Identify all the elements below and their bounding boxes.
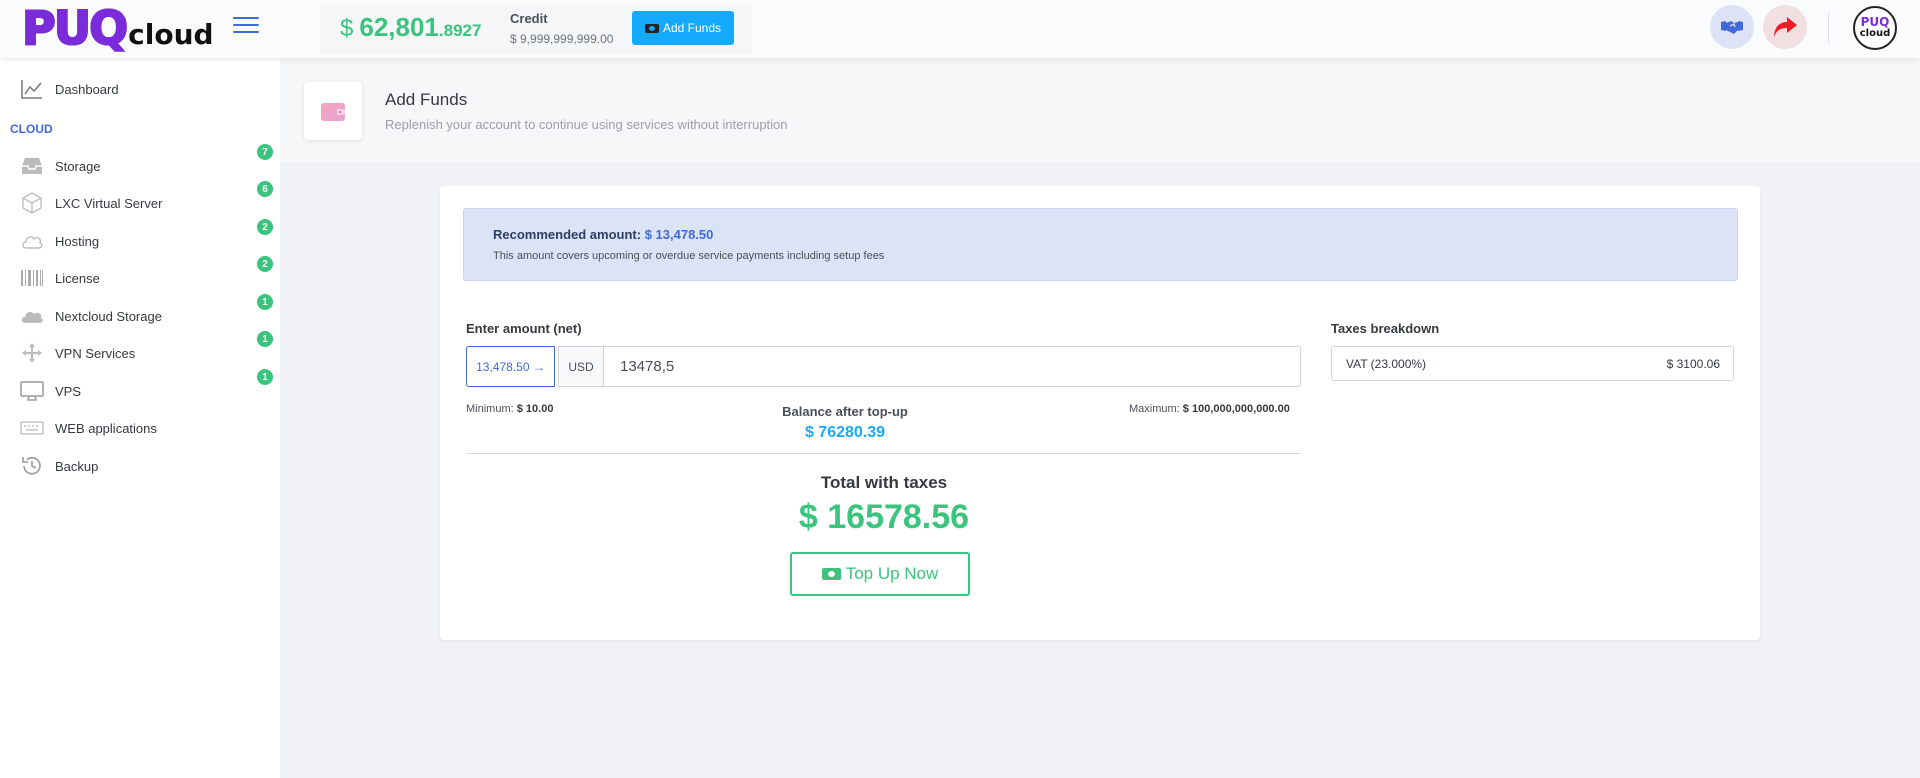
amount-input[interactable] [603, 346, 1301, 387]
badge-hosting: 2 [257, 219, 273, 235]
top-header: PUQ cloud $62,801.8927 Credit $ 9,999,99… [0, 0, 1920, 58]
puqcloud-logo[interactable]: PUQ cloud [21, 1, 214, 55]
sidebar-item-vpn-services[interactable]: VPN Services [0, 337, 280, 369]
recommended-amount-title: Recommended amount: $ 13,478.50 [493, 227, 714, 242]
sidebar-item-label: WEB applications [55, 420, 157, 436]
sidebar-item-backup[interactable]: Backup [0, 450, 280, 482]
page-title-bar [280, 58, 1920, 162]
cloud-outline-icon [20, 229, 44, 253]
balance-after-label: Balance after top-up [782, 404, 908, 419]
sidebar-item-hosting[interactable]: Hosting [0, 225, 280, 257]
badge-license: 2 [257, 256, 273, 272]
enter-amount-label: Enter amount (net) [466, 321, 582, 336]
page-subtitle: Replenish your account to continue using… [385, 117, 788, 132]
sidebar-item-label: VPS [55, 383, 82, 399]
cloud-icon [20, 304, 44, 328]
credit-label: Credit [510, 11, 548, 26]
sidebar-item-label: Nextcloud Storage [55, 308, 162, 324]
keyboard-icon [20, 416, 44, 440]
barcode-icon [20, 266, 44, 290]
sidebar-item-label: Backup [55, 458, 99, 474]
recommended-amount-value[interactable]: $ 13,478.50 [645, 227, 714, 242]
sidebar-section-cloud: CLOUD [10, 122, 53, 136]
sidebar-item-vps[interactable]: VPS [0, 375, 280, 407]
money-icon [644, 23, 659, 33]
sidebar-item-dashboard[interactable]: Dashboard [0, 73, 280, 105]
arrow-right-icon: → [532, 359, 545, 374]
tax-value: $ 3100.06 [1666, 357, 1720, 371]
arrows-icon [20, 341, 44, 365]
sidebar-item-storage[interactable]: Storage [0, 150, 280, 182]
sidebar-item-lxc-virtual-server[interactable]: LXC Virtual Server [0, 187, 280, 219]
sidebar: Dashboard CLOUD Storage 7 LXC Virtual Se… [0, 58, 280, 778]
header-divider [1828, 12, 1829, 44]
page-title: Add Funds [385, 90, 468, 109]
inbox-icon [20, 154, 44, 178]
wallet-icon [304, 82, 362, 140]
logo-main-text: PUQ [21, 1, 129, 55]
credit-value: $ 9,999,999,999.00 [510, 32, 614, 46]
taxes-breakdown-label: Taxes breakdown [1331, 321, 1440, 336]
divider [466, 453, 1301, 454]
handshake-icon [1721, 21, 1743, 34]
total-with-taxes-value: $ 16578.56 [798, 498, 970, 536]
maximum-amount: Maximum: $ 100,000,000,000.00 [1129, 403, 1290, 415]
logout-button[interactable] [1763, 5, 1807, 49]
sidebar-item-web-applications[interactable]: WEB applications [0, 412, 280, 444]
sidebar-item-label: Hosting [55, 233, 100, 249]
recommended-amount-subtitle: This amount covers upcoming or overdue s… [493, 250, 885, 262]
balance-after-value: $ 76280.39 [804, 424, 886, 441]
currency-addon: USD [558, 346, 604, 387]
cube-icon [20, 191, 44, 215]
sidebar-item-label: Dashboard [55, 81, 119, 97]
badge-storage: 7 [257, 144, 273, 160]
money-icon [821, 568, 841, 580]
user-avatar[interactable]: PUQ cloud [1853, 6, 1897, 50]
menu-toggle-icon[interactable] [233, 17, 259, 37]
badge-vps: 1 [257, 369, 273, 385]
monitor-icon [20, 379, 44, 403]
badge-lxc: 6 [257, 181, 273, 197]
recommended-amount-preset-button[interactable]: 13,478.50 → [466, 346, 555, 387]
badge-nextcloud: 1 [257, 294, 273, 310]
sidebar-item-label: License [55, 270, 100, 286]
share-arrow-icon [1774, 17, 1797, 37]
recommended-alert [463, 208, 1738, 281]
handshake-button[interactable] [1710, 5, 1754, 49]
chart-line-icon [20, 77, 44, 101]
logo-sub-text: cloud [128, 18, 214, 51]
sidebar-item-label: VPN Services [55, 345, 136, 361]
sidebar-item-license[interactable]: License [0, 262, 280, 294]
tax-name: VAT (23.000%) [1346, 357, 1427, 371]
balance-amount: $62,801.8927 [340, 12, 482, 42]
sidebar-item-nextcloud-storage[interactable]: Nextcloud Storage [0, 300, 280, 332]
minimum-amount: Minimum: $ 10.00 [466, 403, 554, 415]
header-add-funds-button[interactable]: Add Funds [632, 11, 734, 45]
top-up-now-button[interactable]: Top Up Now [790, 552, 970, 596]
sidebar-item-label: LXC Virtual Server [55, 195, 163, 211]
badge-vpn: 1 [257, 331, 273, 347]
sidebar-item-label: Storage [55, 158, 101, 174]
history-icon [20, 454, 44, 478]
total-with-taxes-label: Total with taxes [820, 473, 948, 492]
